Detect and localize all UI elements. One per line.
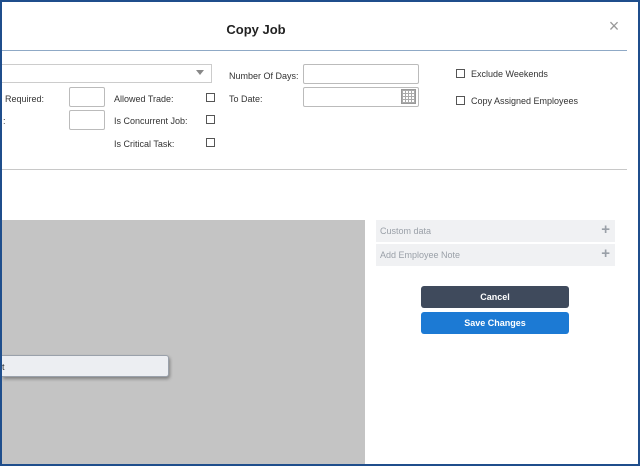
copy-job-dialog: Copy Job × Required: : Allowed Trade: Is…: [0, 0, 640, 466]
content-panel: [2, 220, 365, 464]
number-of-days-input[interactable]: [303, 64, 419, 84]
dialog-title: Copy Job: [226, 22, 286, 37]
is-critical-task-label: Is Critical Task:: [114, 139, 175, 149]
second-field-input[interactable]: [69, 110, 105, 130]
allowed-trade-checkbox[interactable]: [206, 93, 215, 102]
is-critical-task-checkbox[interactable]: [206, 138, 215, 147]
to-date-label: To Date:: [229, 94, 263, 104]
allowed-trade-label: Allowed Trade:: [114, 94, 174, 104]
number-of-days-label: Number Of Days:: [229, 71, 299, 81]
add-employee-note-label: Add Employee Note: [380, 250, 461, 260]
copy-assigned-employees-label: Copy Assigned Employees: [471, 96, 579, 106]
copy-assigned-employees-checkbox[interactable]: [456, 96, 465, 105]
exclude-weekends-label: Exclude Weekends: [471, 69, 548, 79]
crew-required-input[interactable]: [69, 87, 105, 107]
title-divider: [2, 50, 627, 51]
custom-data-label: Custom data: [380, 226, 432, 236]
plus-icon[interactable]: +: [601, 245, 610, 262]
save-changes-button[interactable]: Save Changes: [421, 312, 569, 334]
floating-action-label: t: [2, 362, 5, 372]
is-concurrent-job-label: Is Concurrent Job:: [114, 116, 188, 126]
cancel-button[interactable]: Cancel: [421, 286, 569, 308]
crew-required-label: Required:: [5, 94, 45, 104]
add-employee-note-row[interactable]: Add Employee Note +: [376, 244, 615, 266]
custom-data-row[interactable]: Custom data +: [376, 220, 615, 242]
exclude-weekends-checkbox[interactable]: [456, 69, 465, 78]
second-field-label: :: [3, 116, 6, 126]
job-select[interactable]: [2, 64, 212, 83]
calendar-icon[interactable]: [401, 89, 416, 104]
close-icon[interactable]: ×: [606, 17, 622, 35]
section-divider: [2, 169, 627, 170]
floating-action-button[interactable]: t: [2, 355, 169, 377]
chevron-down-icon: [196, 70, 204, 75]
is-concurrent-job-checkbox[interactable]: [206, 115, 215, 124]
plus-icon[interactable]: +: [601, 221, 610, 238]
